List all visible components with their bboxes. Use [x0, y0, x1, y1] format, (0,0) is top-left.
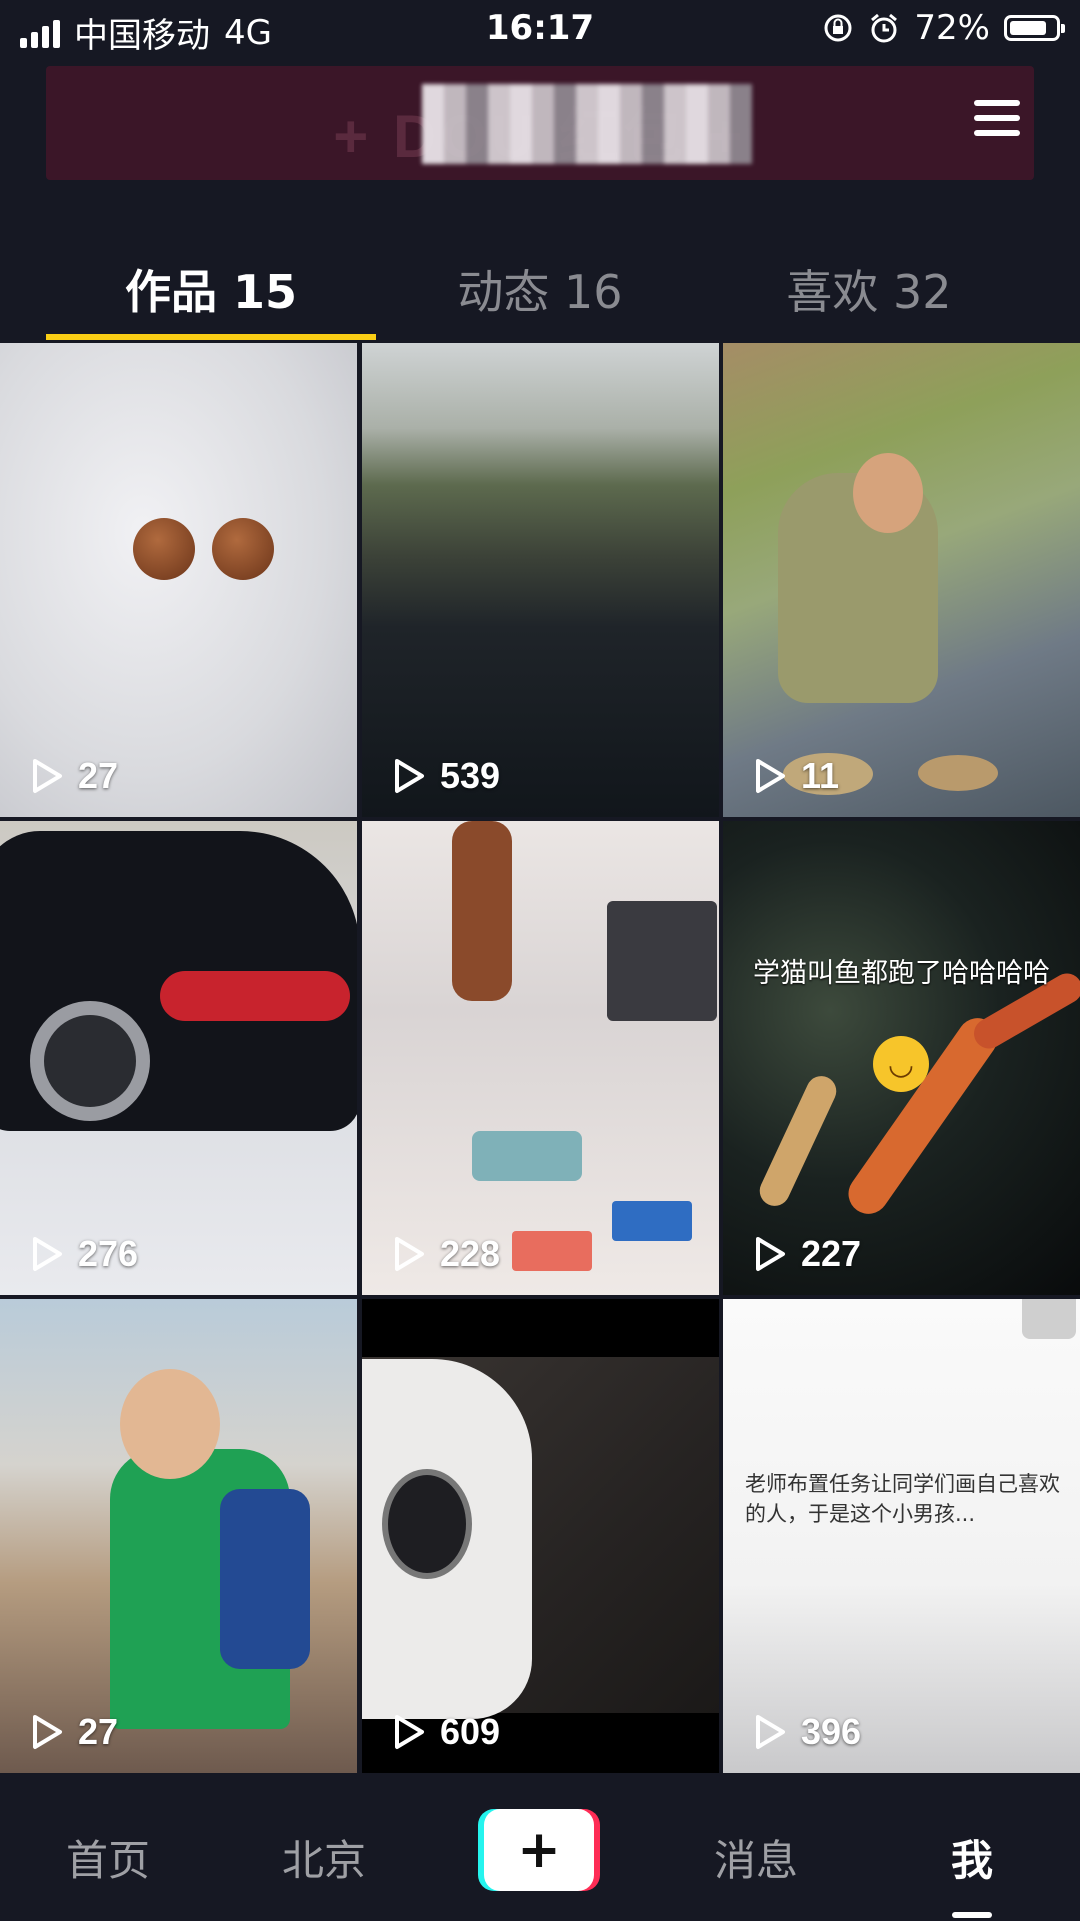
play-count: 228 [392, 1233, 500, 1275]
video-tile[interactable]: 228 [362, 821, 719, 1295]
play-icon [33, 759, 62, 793]
person [452, 821, 512, 1001]
tab-works[interactable]: 作品 15 [46, 256, 376, 322]
battery-percent: 72% [914, 8, 990, 48]
rotation-lock-icon [824, 14, 852, 42]
video-tile[interactable]: 学猫叫鱼都跑了哈哈哈哈 ◡ 227 [723, 821, 1080, 1295]
play-count: 539 [392, 755, 500, 797]
play-icon [395, 1715, 424, 1749]
promo-banner[interactable]: + DOU 红包 + [46, 66, 1034, 180]
toy [472, 1131, 582, 1181]
app-icon [1022, 1299, 1076, 1339]
status-bar: 中国移动 4G 16:17 72% [0, 0, 1080, 60]
play-icon [395, 1237, 424, 1271]
basin [918, 755, 998, 791]
tab-dynamics[interactable]: 动态 16 [375, 256, 705, 322]
play-icon [756, 1237, 785, 1271]
play-count: 609 [392, 1711, 500, 1753]
play-count: 276 [30, 1233, 138, 1275]
play-icon [33, 1237, 62, 1271]
play-count-value: 27 [78, 1711, 119, 1752]
video-tile[interactable]: 11 [723, 343, 1080, 817]
create-video-button[interactable]: + [478, 1809, 600, 1891]
video-tile[interactable]: 老师布置任务让同学们画自己喜欢的人，于是这个小男孩... 396 [723, 1299, 1080, 1773]
play-count-value: 539 [440, 755, 501, 796]
video-tile[interactable]: 276 [0, 821, 357, 1295]
sofa [607, 901, 717, 1021]
laughing-emoji-icon: ◡ [873, 1036, 929, 1092]
nav-messages[interactable]: 消息 [666, 1827, 846, 1888]
active-tab-indicator [46, 334, 376, 340]
video-tile[interactable]: 539 [362, 343, 719, 817]
play-count: 27 [30, 1711, 118, 1753]
nav-me[interactable]: 我 [882, 1827, 1062, 1888]
boy-head [120, 1369, 220, 1479]
play-count-value: 227 [801, 1233, 862, 1274]
person-head [853, 453, 923, 533]
active-nav-indicator [952, 1912, 992, 1918]
play-count: 27 [30, 755, 118, 797]
wheel [30, 1001, 150, 1121]
plus-icon: + [484, 1809, 594, 1891]
helmet-visor [382, 1469, 472, 1579]
bottom-nav: 首页 北京 + 消息 我 [0, 1779, 1080, 1921]
play-count-value: 396 [801, 1711, 862, 1752]
play-icon [756, 1715, 785, 1749]
menu-icon[interactable] [974, 100, 1020, 136]
play-count-value: 276 [78, 1233, 139, 1274]
walnut [133, 518, 195, 580]
tail-light [160, 971, 350, 1021]
tab-likes[interactable]: 喜欢 32 [704, 256, 1034, 322]
play-count-value: 11 [801, 755, 840, 796]
status-right: 72% [822, 8, 1065, 48]
alarm-icon [871, 13, 898, 43]
play-count: 227 [753, 1233, 861, 1275]
play-icon [756, 759, 785, 793]
video-tile[interactable]: 609 [362, 1299, 719, 1773]
play-count-value: 27 [78, 755, 119, 796]
toy [512, 1231, 592, 1271]
walnut [212, 518, 274, 580]
play-count-value: 609 [440, 1711, 501, 1752]
play-icon [395, 759, 424, 793]
backpack [220, 1489, 310, 1669]
play-count: 396 [753, 1711, 861, 1753]
video-tile[interactable]: 27 [0, 1299, 357, 1773]
profile-tabs: 作品 15 动态 16 喜欢 32 [0, 236, 1080, 340]
video-tile[interactable]: 27 [0, 343, 357, 817]
play-count: 11 [753, 755, 839, 797]
play-icon [33, 1715, 62, 1749]
play-count-value: 228 [440, 1233, 501, 1274]
nav-city[interactable]: 北京 [234, 1827, 414, 1888]
video-caption: 学猫叫鱼都跑了哈哈哈哈 [753, 958, 1050, 989]
video-caption: 老师布置任务让同学们画自己喜欢的人，于是这个小男孩... [745, 1472, 1060, 1526]
toy [612, 1201, 692, 1241]
battery-icon [1004, 15, 1065, 41]
blurred-region [422, 84, 752, 164]
nav-home[interactable]: 首页 [18, 1827, 198, 1888]
